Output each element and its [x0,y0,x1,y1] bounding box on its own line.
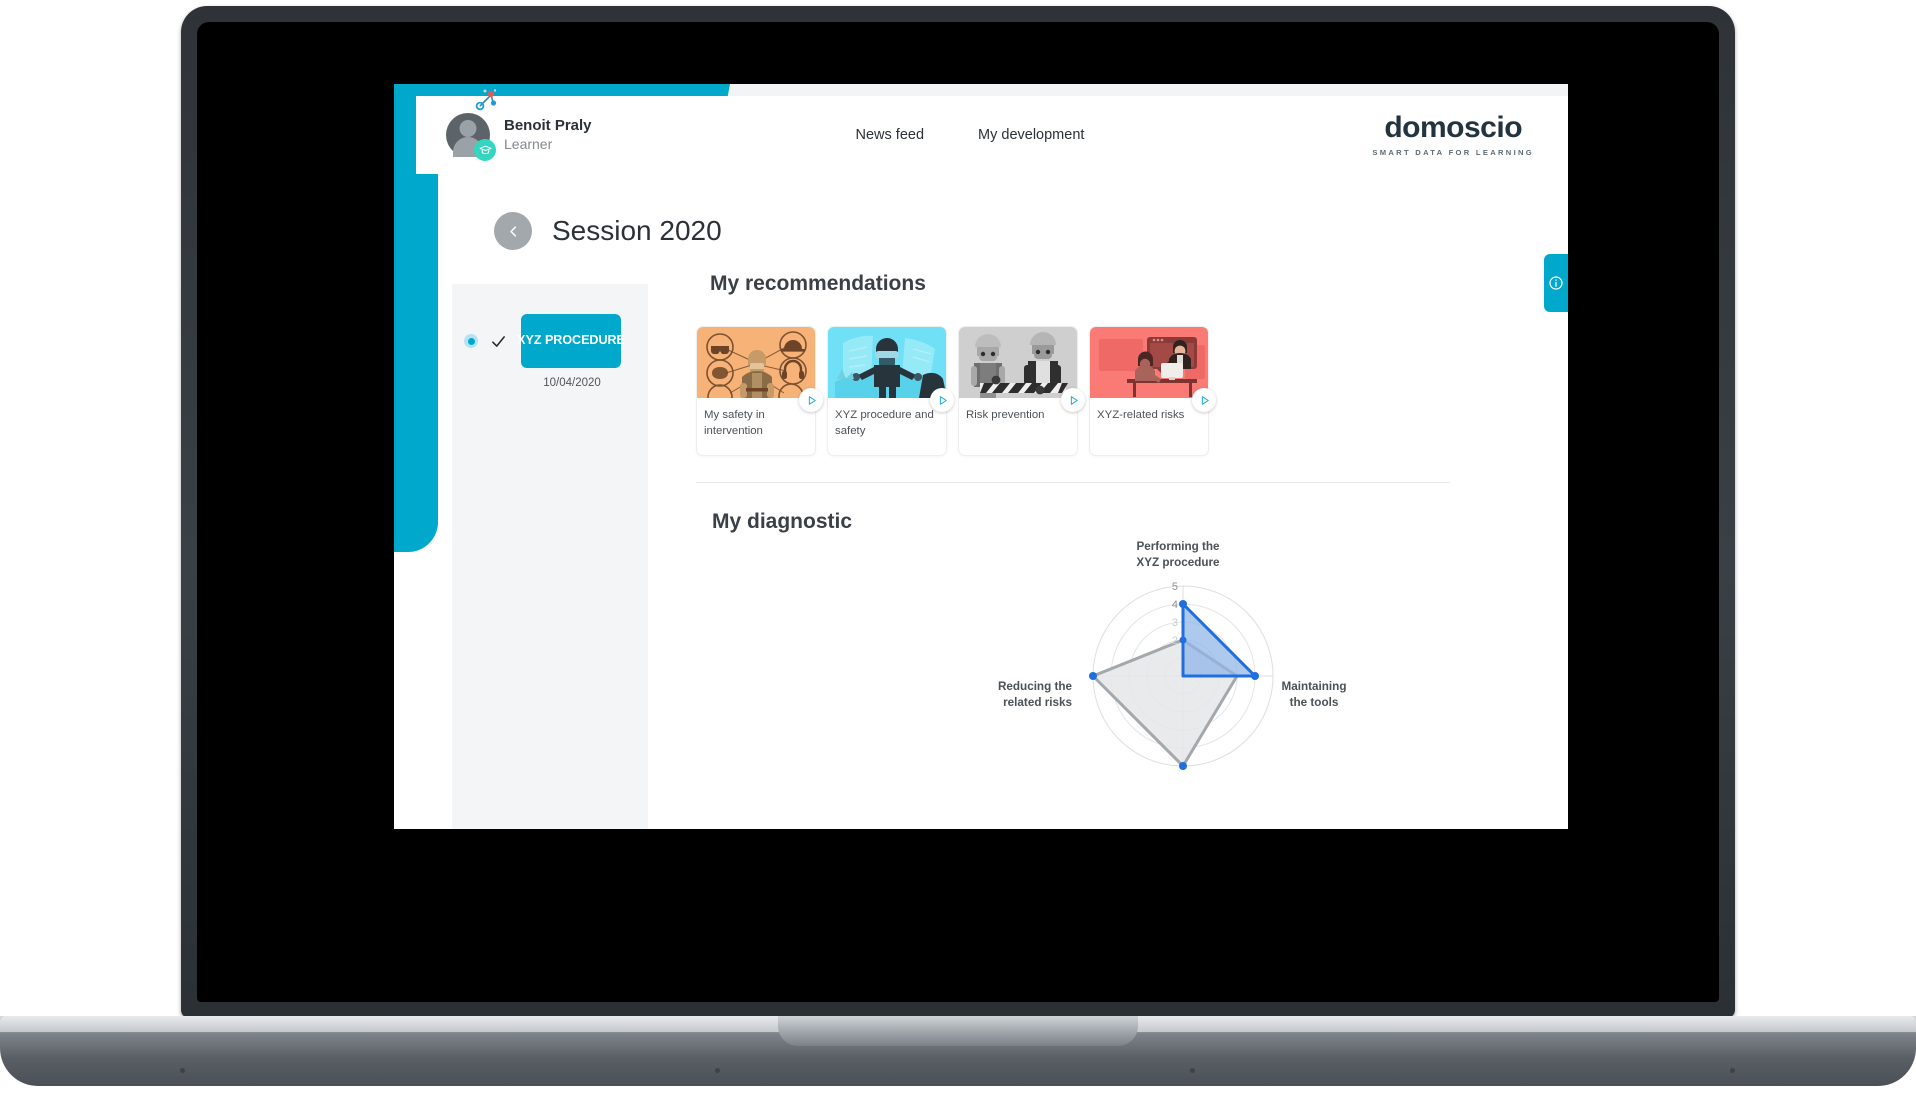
screenshot-stage: Benoit Praly Learner News feed My develo… [0,0,1916,1102]
nav-item-my-development[interactable]: My development [978,127,1084,143]
module-date: 10/04/2020 [543,377,601,389]
main-navigation: News feed My development [736,127,1085,143]
recommendation-card[interactable]: XYZ procedure and safety [827,326,954,456]
back-button[interactable] [494,212,532,250]
user-role: Learner [504,135,553,152]
info-icon [1549,276,1563,290]
card-label: My safety in intervention [704,409,765,438]
radar-tick-2: 2 [1172,635,1178,647]
module-chip-xyz-procedure[interactable]: XYZ PROCEDURE [517,314,625,368]
diagnostic-title: My diagnostic [712,510,853,533]
module-chip-line2: PROCEDURE [544,333,625,348]
laptop-screen: Benoit Praly Learner News feed My develo… [197,22,1719,1002]
logo-molecule-icon [475,89,497,111]
recommendation-cards: My safety in intervention XYZ procedure … [696,326,1216,456]
play-icon[interactable] [1192,388,1216,412]
laptop-lid: Benoit Praly Learner News feed My develo… [181,6,1735,1018]
play-icon[interactable] [799,388,823,412]
user-profile[interactable]: Benoit Praly Learner [446,113,592,161]
domoscio-logo[interactable]: domoscio SMART DATA FOR LEARNING [475,89,1534,157]
application-viewport: Benoit Praly Learner News feed My develo… [394,84,1568,829]
recommendations-title: My recommendations [710,272,926,295]
section-divider [696,482,1450,483]
recommendation-card[interactable]: Risk prevention [958,326,1085,456]
diagnostic-radar-chart: Performing the XYZ procedure Maintaining… [998,539,1362,799]
radar-tick-4: 4 [1172,599,1178,611]
card-label: XYZ procedure and safety [835,409,934,438]
user-text: Benoit Praly Learner [504,117,592,153]
sidebar-item[interactable]: XYZ PROCEDURE [464,314,648,368]
user-name: Benoit Praly [504,116,592,134]
avatar-head [459,120,477,137]
page-title: Session 2020 [552,215,722,246]
recommendation-card[interactable]: XYZ-related risks [1089,326,1216,456]
recommendation-card[interactable]: My safety in intervention [696,326,823,456]
avatar [446,113,496,161]
play-icon[interactable] [930,388,954,412]
laptop-hinge-notch [778,1016,1138,1046]
logo-wordmark: domoscio [1384,111,1523,144]
play-icon[interactable] [1061,388,1085,412]
info-side-tab[interactable] [1544,254,1568,312]
laptop-base-dots [0,1068,1916,1074]
radar-tick-labels: 5 4 3 2 [1172,581,1178,647]
radar-axis-label-left: Reducing the related risks [997,680,1072,709]
card-label: XYZ-related risks [1097,409,1185,421]
radar-tick-3: 3 [1172,617,1178,629]
app-header: Benoit Praly Learner News feed My develo… [416,89,1568,174]
chevron-left-icon [509,225,516,237]
radar-axis-label-top: Performing the XYZ procedure [1136,540,1220,569]
card-illustration-remote-training [1090,327,1208,398]
session-sidebar: XYZ PROCEDURE 10/04/2020 [452,284,648,829]
card-illustration-safety-ppe [697,327,815,398]
radar-plot-area: 5 4 3 2 [1089,581,1274,770]
check-icon [492,335,505,347]
graduation-cap-icon [474,139,496,161]
radar-tick-5: 5 [1172,581,1178,593]
laptop-base [0,1016,1916,1086]
logo-tagline: SMART DATA FOR LEARNING [1372,148,1534,157]
radio-selected-icon[interactable] [464,334,478,348]
card-illustration-vr-screens [828,327,946,398]
card-label: Risk prevention [966,409,1045,421]
radar-series-current [1181,602,1257,678]
nav-item-news-feed[interactable]: News feed [856,127,925,143]
module-chip-line1: XYZ [517,333,542,348]
card-illustration-risk-prevention [959,327,1077,398]
main-content: My recommendations My safety in interven… [672,272,1568,829]
page-header: Session 2020 [494,212,722,250]
